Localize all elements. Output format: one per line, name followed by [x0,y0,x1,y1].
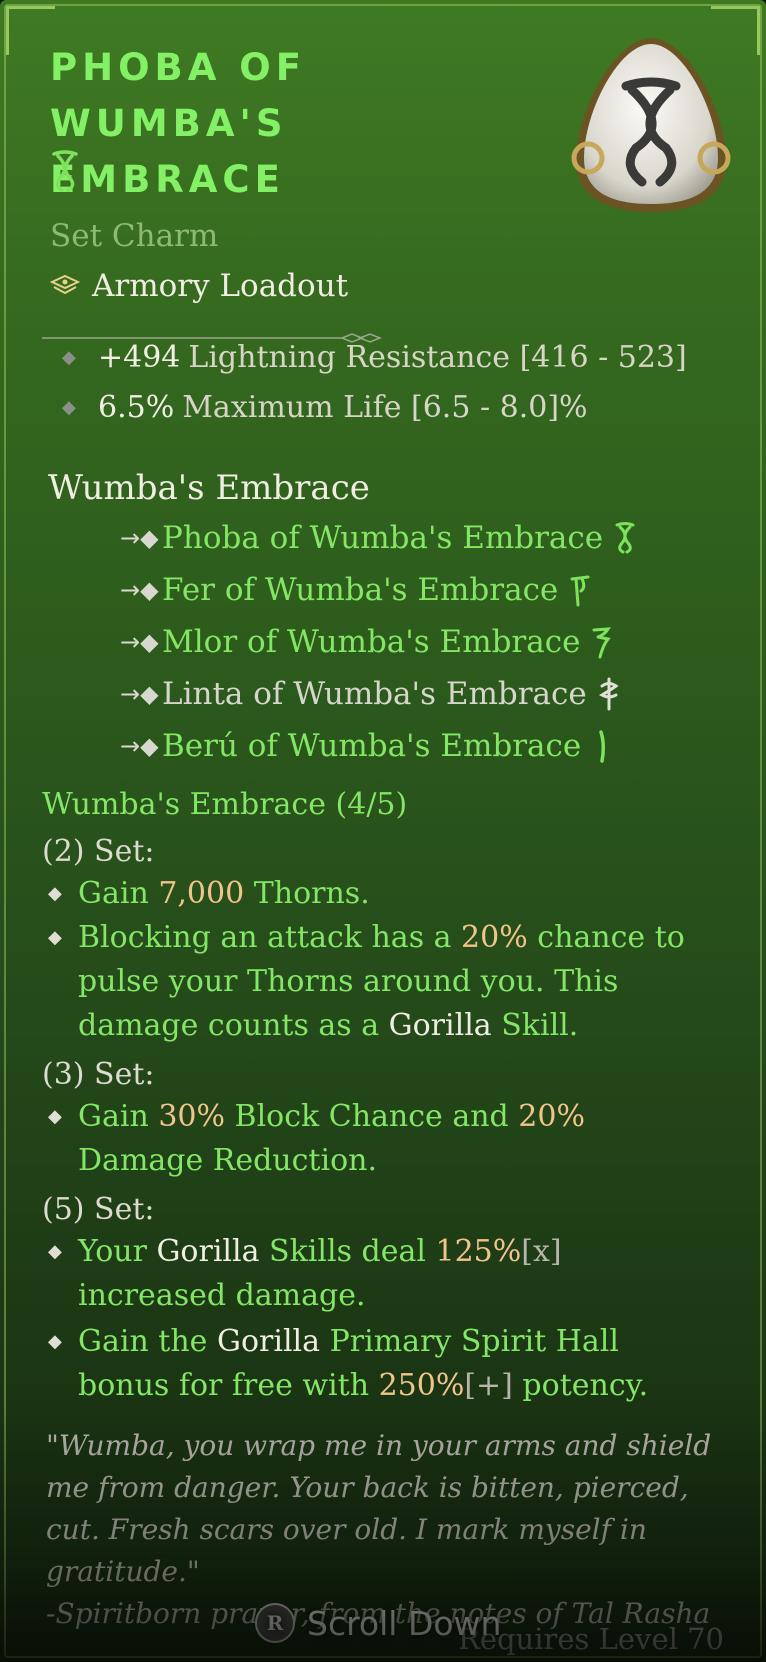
bonus-value: 20% [461,920,528,955]
r-button-icon[interactable]: R [255,1603,295,1643]
phoba-rune-icon [52,150,78,192]
set-piece-item: →◆ Linta of Wumba's Embrace [120,676,621,712]
spirit-guardian-name: Gorilla [388,1008,492,1043]
corner-ornament-top-left [6,6,55,55]
bonus-text: Damage Reduction. [78,1143,378,1178]
bonus-value: 20% [518,1099,585,1134]
bonus-text: potency. [512,1368,649,1403]
set-piece-name: Linta of Wumba's Embrace [162,676,587,712]
armory-loadout-line: Armory Loadout [50,268,348,304]
affix-row: ◆ +494 Lightning Resistance [416 - 523] [62,340,687,375]
set-bonus-text: ◆ Blocking an attack has a 20% chance to… [48,916,718,1048]
arrow-icon: →◆ [120,732,159,760]
arrow-icon: →◆ [120,524,159,552]
bonus-text: Skill. [491,1008,579,1043]
scroll-down-prompt[interactable]: R Scroll Down [255,1593,501,1653]
set-tier-label: (2) Set: [42,834,155,869]
bonus-bullet-icon: ◆ [48,1106,62,1127]
set-tier-label: (5) Set: [42,1192,155,1227]
scroll-down-label: Scroll Down [307,1603,502,1643]
set-piece-item: →◆ Fer of Wumba's Embrace [120,572,592,608]
affix-row: ◆ 6.5% Maximum Life [6.5 - 8.0]% [62,390,588,425]
phoba-rune-icon [615,522,635,554]
set-piece-name: Fer of Wumba's Embrace [162,572,559,608]
bonus-bullet-icon: ◆ [48,927,62,948]
mlor-rune-icon [592,627,612,659]
bonus-text: Blocking an attack has a [78,920,462,955]
additive-tag: [+] [464,1368,513,1403]
arrow-icon: →◆ [120,576,159,604]
set-bonus-text: ◆ Gain 30% Block Chance and 20% Damage R… [48,1095,718,1183]
set-tier-label: (3) Set: [42,1057,155,1092]
item-type: Set Charm [50,218,219,254]
slot-label: Armory Loadout [92,268,349,304]
flavor-quote: "Wumba, you wrap me in your arms and shi… [46,1429,712,1588]
bonus-text: Thorns. [244,876,370,911]
bonus-bullet-icon: ◆ [48,883,62,904]
bonus-text: Block Chance and [225,1099,519,1134]
set-piece-name: Berú of Wumba's Embrace [162,728,582,764]
spirit-guardian-name: Gorilla [156,1234,260,1269]
bonus-bullet-icon: ◆ [48,1241,62,1262]
bonus-text: Skills deal [259,1234,436,1269]
linta-rune-icon [598,677,619,711]
affix-bullet-icon: ◆ [62,397,76,418]
bonus-value: 30% [158,1099,225,1134]
spirit-guardian-name: Gorilla [216,1324,321,1359]
bonus-value: 250% [378,1368,465,1403]
bonus-value: 125% [435,1234,522,1269]
set-bonus-text: ◆ Your Gorilla Skills deal 125%[x] incre… [48,1230,718,1318]
affix-text: Lightning Resistance [416 - 523] [188,340,687,375]
bonus-text: Gain the [78,1324,217,1359]
item-title-line-2: Wumba's Embrace [50,102,288,201]
affix-text: Maximum Life [6.5 - 8.0]% [182,390,588,425]
bonus-text: Gain [78,876,159,911]
bonus-text: Your [78,1234,157,1269]
set-piece-item: →◆ Phoba of Wumba's Embrace [120,520,637,556]
set-bonus-text: ◆ Gain the Gorilla Primary Spirit Hall b… [48,1320,718,1408]
multiplier-tag: [x] [521,1234,562,1269]
bonus-value: 7,000 [158,876,245,911]
set-progress-label: Wumba's Embrace (4/5) [42,787,408,822]
item-tooltip-card: Phoba of Wumba's Embrace Set Charm Armor… [0,0,766,1662]
set-piece-name: Mlor of Wumba's Embrace [162,624,581,660]
set-name-heading: Wumba's Embrace [48,468,370,508]
bonus-text: Gain [78,1099,159,1134]
bonus-bullet-icon: ◆ [48,1331,62,1352]
item-title-line-1: Phoba of [50,46,306,89]
bonus-text: increased damage. [78,1278,366,1313]
arrow-icon: →◆ [120,680,159,708]
arrow-icon: →◆ [120,628,159,656]
set-piece-item: →◆ Berú of Wumba's Embrace [120,728,615,764]
affix-bullet-icon: ◆ [62,347,76,368]
beru-rune-icon [599,730,606,763]
set-piece-name: Phoba of Wumba's Embrace [162,520,604,556]
affix-value: +494 [98,340,181,375]
item-title: Phoba of Wumba's Embrace [50,40,520,208]
affix-value: 6.5% [98,390,175,425]
set-bonus-text: ◆ Gain 7,000 Thorns. [48,872,718,916]
fer-rune-icon [570,575,590,607]
charm-item-icon[interactable] [566,30,736,220]
set-piece-item: →◆ Mlor of Wumba's Embrace [120,624,614,660]
armory-loadout-icon [50,274,80,295]
